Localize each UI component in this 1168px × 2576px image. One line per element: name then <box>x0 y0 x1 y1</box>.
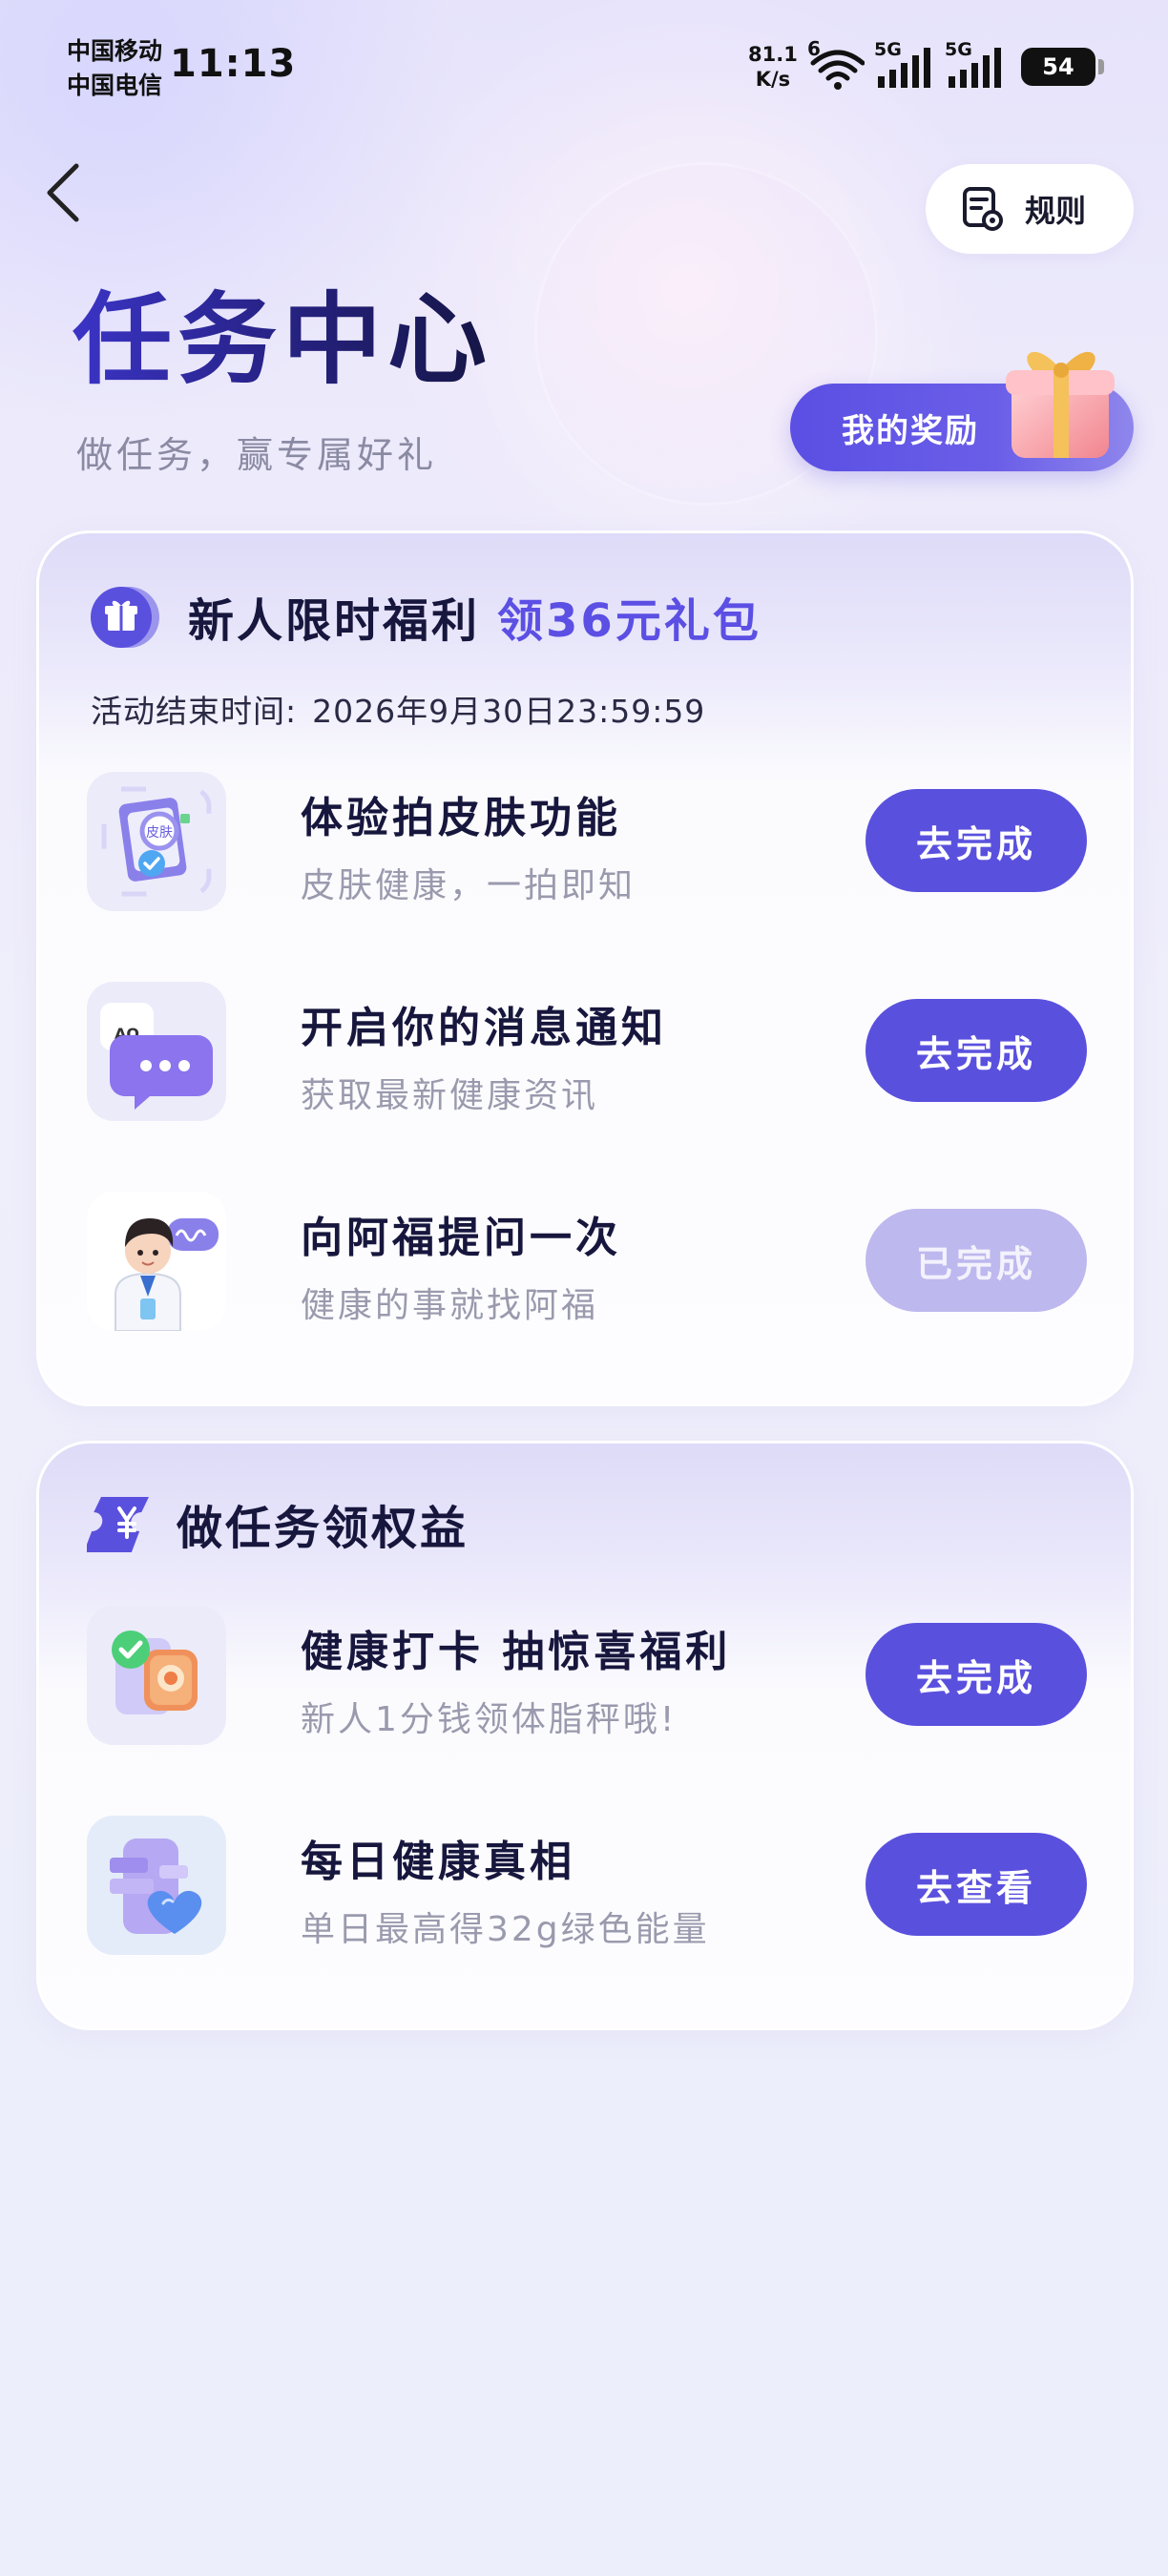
checkin-gift-icon <box>87 1606 226 1745</box>
signal-2-icon: 5G <box>945 39 1001 88</box>
coupon-yuan-icon <box>87 1497 149 1552</box>
battery-icon: 54 <box>1021 48 1095 86</box>
task-message-notification: AQ 开启你的消息通知 获取最新健康资讯 去完成 <box>87 982 1089 1125</box>
carrier-2: 中国电信 <box>67 72 163 99</box>
task-ask-afu: 向阿福提问一次 健康的事就找阿福 已完成 <box>87 1192 1089 1335</box>
benefits-section-title: 做任务领权益 <box>177 1502 469 1555</box>
message-notification-icon: AQ <box>87 982 226 1121</box>
signal-1-label: 5G <box>874 39 902 60</box>
battery-tip <box>1098 59 1104 74</box>
gift-badge-icon <box>91 587 159 648</box>
back-button[interactable] <box>34 155 92 231</box>
task-health-checkin: 健康打卡 抽惊喜福利 新人1分钱领体脂秤哦! 去完成 <box>87 1606 1089 1749</box>
task-title: 向阿福提问一次 <box>301 1214 621 1262</box>
page-title: 任务中心 <box>73 281 493 398</box>
battery-level: 54 <box>1042 53 1074 80</box>
signal-2-label: 5G <box>945 39 972 60</box>
newcomer-section-title: 新人限时福利 <box>188 594 481 648</box>
task-desc: 单日最高得32g绿色能量 <box>301 1910 710 1949</box>
benefits-tasks-card: 做任务领权益 健康打卡 抽惊喜福利 新人1分钱领体脂秤哦! 去完成 每日健康真相… <box>36 1441 1134 2030</box>
net-speed: 81.1 K/s <box>748 42 798 92</box>
task-title: 每日健康真相 <box>301 1838 575 1886</box>
net-speed-value: 81.1 <box>748 43 798 66</box>
carrier-names: 中国移动 中国电信 <box>67 34 162 103</box>
newcomer-card-header: 新人限时福利 领36元礼包 <box>87 583 761 650</box>
doctor-avatar-icon <box>87 1192 226 1331</box>
chevron-left-icon <box>47 163 79 222</box>
carrier-1: 中国移动 <box>67 37 163 65</box>
skin-scan-icon: 皮肤 <box>87 772 226 911</box>
task-title: 开启你的消息通知 <box>301 1004 667 1052</box>
task-title: 健康打卡 抽惊喜福利 <box>301 1628 732 1676</box>
task-view-button[interactable]: 去查看 <box>866 1833 1087 1936</box>
newcomer-benefits-card: 新人限时福利 领36元礼包 活动结束时间: 2026年9月30日23:59:59 … <box>36 530 1134 1406</box>
task-daily-health-truth: 每日健康真相 单日最高得32g绿色能量 去查看 <box>87 1816 1089 1959</box>
end-time-value: 2026年9月30日23:59:59 <box>312 693 706 730</box>
status-time: 11:13 <box>170 42 297 86</box>
task-skin-scan: 皮肤 体验拍皮肤功能 皮肤健康，一拍即知 去完成 <box>87 772 1089 915</box>
task-desc: 皮肤健康，一拍即知 <box>301 866 636 905</box>
end-time-label: 活动结束时间: <box>91 693 298 730</box>
newcomer-section-highlight: 领36元礼包 <box>497 594 761 648</box>
page-subtitle: 做任务，赢专属好礼 <box>76 434 438 476</box>
task-go-complete-button[interactable]: 去完成 <box>866 789 1087 892</box>
daily-truth-heart-icon <box>87 1816 226 1955</box>
task-completed-button[interactable]: 已完成 <box>866 1209 1087 1312</box>
rules-document-icon <box>963 187 1003 231</box>
signal-1-icon: 5G <box>874 39 930 88</box>
rules-label: 规则 <box>1025 193 1087 229</box>
task-title: 体验拍皮肤功能 <box>301 794 621 842</box>
task-desc: 健康的事就找阿福 <box>301 1286 599 1325</box>
task-desc: 获取最新健康资讯 <box>301 1076 599 1115</box>
task-go-complete-button[interactable]: 去完成 <box>866 999 1087 1102</box>
wifi-icon: 6 <box>807 38 865 90</box>
net-speed-unit: K/s <box>755 68 791 91</box>
rules-button[interactable]: 规则 <box>926 164 1134 254</box>
gift-box-icon <box>1006 351 1115 458</box>
status-bar: 中国移动 中国电信 11:13 81.1 K/s 6 5G 5G 54 <box>0 0 1168 134</box>
skin-scan-icon-text: 皮肤 <box>146 825 173 841</box>
activity-end-time: 活动结束时间: 2026年9月30日23:59:59 <box>91 686 705 732</box>
task-desc: 新人1分钱领体脂秤哦! <box>301 1700 678 1739</box>
task-go-complete-button[interactable]: 去完成 <box>866 1623 1087 1726</box>
benefits-card-header: 做任务领权益 <box>87 1487 469 1560</box>
my-rewards-label: 我的奖励 <box>842 412 979 450</box>
